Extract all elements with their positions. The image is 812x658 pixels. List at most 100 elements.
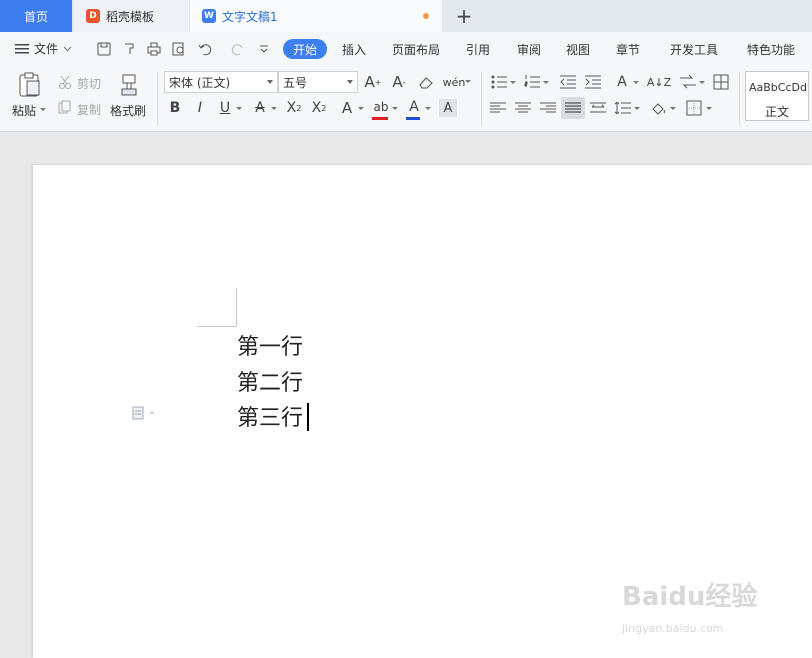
menu-tab-insert[interactable]: 插入 [342, 41, 366, 58]
font-name-value: 宋体 (正文) [169, 75, 231, 90]
ribbon-separator [739, 72, 740, 126]
increase-font-size-icon[interactable]: A + [363, 73, 383, 91]
shading-icon[interactable] [650, 99, 668, 117]
line-spacing-options-icon[interactable] [679, 73, 697, 91]
print-icon[interactable] [146, 41, 162, 57]
format-painter-quick-icon[interactable] [121, 41, 137, 57]
pinyin-dropdown-icon[interactable] [465, 80, 471, 84]
numbered-list-icon[interactable] [523, 73, 541, 91]
chevron-down-icon [347, 80, 353, 84]
copy-button[interactable]: 复制 [77, 101, 101, 118]
font-size-select[interactable]: 五号 [278, 71, 358, 93]
style-normal[interactable]: AaBbCcDd 正文 [745, 71, 809, 121]
increase-indent-icon[interactable] [584, 73, 602, 91]
menu-tab-review[interactable]: 审阅 [517, 41, 541, 58]
font-color-bar [406, 117, 420, 120]
line-spacing-icon[interactable] [614, 99, 632, 117]
unsaved-indicator-icon [423, 13, 429, 19]
font-color-icon[interactable]: A [405, 97, 423, 117]
superscript-icon[interactable]: X2 [284, 99, 304, 117]
file-menu-button[interactable]: 文件 [15, 40, 72, 57]
watermark-brand: Baidu经验 [622, 582, 758, 612]
chevron-down-icon [267, 80, 273, 84]
line-spacing-dropdown-icon[interactable] [634, 107, 640, 111]
bold-icon[interactable]: B [166, 99, 184, 117]
ribbon-separator [157, 72, 158, 126]
chevron-down-icon [63, 46, 72, 51]
menu-tab-page-layout[interactable]: 页面布局 [392, 41, 440, 58]
distributed-align-icon[interactable] [589, 99, 607, 117]
table-layout-icon[interactable] [712, 73, 730, 91]
strikethrough-icon[interactable]: A [250, 99, 270, 117]
numbered-dropdown-icon[interactable] [543, 81, 549, 85]
text-direction-dropdown-icon[interactable] [633, 81, 639, 85]
font-color-dropdown-icon[interactable] [425, 107, 431, 111]
paste-dropdown-icon[interactable] [40, 108, 46, 112]
pinyin-guide-icon[interactable]: wén [443, 72, 466, 92]
print-preview-icon[interactable] [171, 41, 187, 57]
format-painter-icon[interactable] [117, 72, 141, 98]
underline-dropdown-icon[interactable] [236, 107, 242, 111]
tab-template-label: 稻壳模板 [106, 9, 155, 24]
underline-icon[interactable]: U [215, 99, 235, 117]
menu-tab-view[interactable]: 视图 [566, 41, 590, 58]
borders-dropdown-icon[interactable] [706, 107, 712, 111]
menu-tab-special[interactable]: 特色功能 [747, 41, 795, 58]
align-center-icon[interactable] [514, 99, 532, 117]
file-menu-label: 文件 [34, 42, 59, 56]
highlight-icon[interactable]: ab [371, 97, 391, 117]
tab-document-label: 文字文稿1 [222, 9, 278, 24]
menu-tab-chapter[interactable]: 章节 [616, 41, 640, 58]
align-left-icon[interactable] [489, 99, 507, 117]
tab-bar: 首页 D 稻壳模板 W 文字文稿1 + [0, 0, 812, 32]
italic-icon[interactable]: I [191, 99, 209, 117]
quick-access-more-icon[interactable] [256, 41, 272, 57]
bullet-list-icon[interactable] [490, 73, 508, 91]
style-preview-text: AaBbCcDd [749, 81, 807, 94]
bullet-dropdown-icon[interactable] [510, 81, 516, 85]
watermark-url: jingyan.baidu.com [622, 622, 724, 635]
menu-tab-developer[interactable]: 开发工具 [670, 41, 718, 58]
text-effect-icon[interactable]: A [337, 99, 357, 117]
tab-home[interactable]: 首页 [0, 0, 72, 32]
document-line-1[interactable]: 第一行 [237, 329, 303, 361]
menu-tab-home[interactable]: 开始 [283, 39, 327, 59]
decrease-font-size-icon[interactable]: A- [389, 73, 409, 91]
redo-icon[interactable] [230, 41, 246, 57]
justify-icon[interactable] [564, 99, 582, 117]
text-effect-dropdown-icon[interactable] [358, 107, 364, 111]
margin-corner-mark [197, 326, 237, 327]
highlight-color-bar [372, 117, 388, 120]
menu-tab-references[interactable]: 引用 [466, 41, 490, 58]
line-spacing-options-dropdown-icon[interactable] [699, 81, 705, 85]
ribbon-separator [481, 72, 482, 126]
margin-corner-mark [236, 288, 237, 327]
style-normal-label: 正文 [764, 105, 789, 119]
tab-document[interactable]: W 文字文稿1 [190, 0, 442, 32]
highlight-dropdown-icon[interactable] [392, 107, 398, 111]
borders-icon[interactable] [685, 99, 703, 117]
tab-template[interactable]: D 稻壳模板 [74, 0, 189, 32]
document-line-2[interactable]: 第二行 [237, 365, 303, 397]
save-icon[interactable] [96, 41, 112, 57]
copy-icon [57, 99, 73, 115]
document-line-3[interactable]: 第三行 [237, 400, 303, 432]
cut-button[interactable]: 剪切 [77, 75, 101, 92]
strikethrough-dropdown-icon[interactable] [271, 107, 277, 111]
format-painter-label[interactable]: 格式刷 [110, 102, 146, 119]
undo-icon[interactable] [197, 41, 213, 57]
clear-format-icon[interactable] [416, 73, 436, 91]
character-shading-icon[interactable]: A [439, 99, 457, 117]
paste-label[interactable]: 粘贴 [12, 102, 36, 119]
shading-dropdown-icon[interactable] [670, 107, 676, 111]
subscript-icon[interactable]: X2 [309, 99, 329, 117]
decrease-indent-icon[interactable] [559, 73, 577, 91]
align-right-icon[interactable] [539, 99, 557, 117]
sort-icon[interactable]: A↓Z [647, 72, 671, 92]
text-direction-icon[interactable]: A [612, 72, 632, 92]
font-name-select[interactable]: 宋体 (正文) [164, 71, 278, 93]
paste-icon[interactable] [14, 70, 44, 100]
new-tab-button[interactable]: + [452, 4, 476, 28]
docer-logo-icon: D [86, 9, 100, 23]
paragraph-handle-icon[interactable] [132, 406, 156, 423]
